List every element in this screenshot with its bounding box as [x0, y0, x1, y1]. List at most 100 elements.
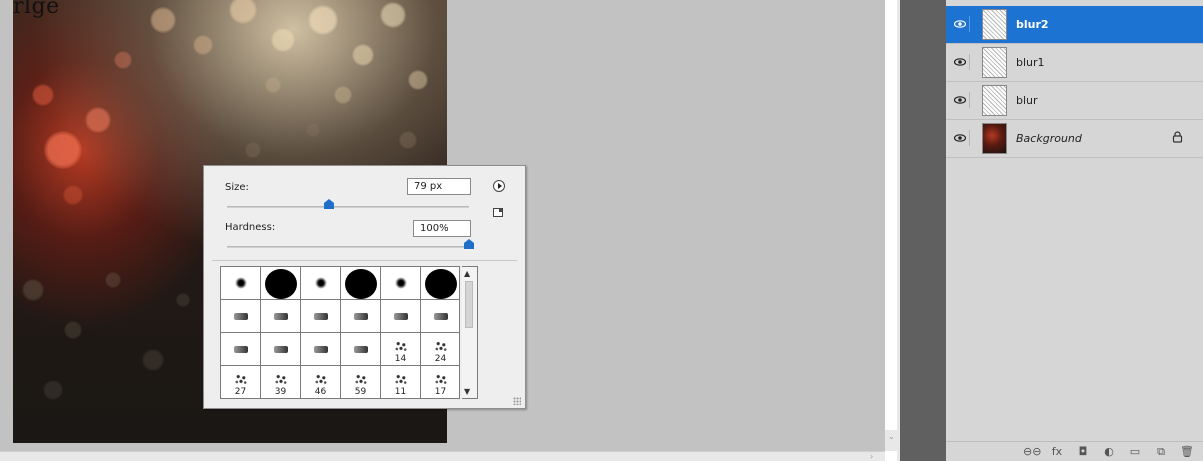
brush-preset-cell[interactable]: 11: [381, 366, 420, 398]
bokeh-spot: [105, 272, 121, 288]
bokeh-spot: [43, 380, 63, 400]
scroll-down-icon[interactable]: ▼: [464, 387, 470, 396]
layer-mask-icon[interactable]: ◘: [1075, 445, 1091, 458]
brush-preset-cell[interactable]: [221, 267, 260, 299]
brush-preset-cell[interactable]: [301, 267, 340, 299]
brush-preset-cell[interactable]: 14: [381, 333, 420, 365]
size-slider-thumb[interactable]: [323, 199, 334, 209]
brush-preset-cell[interactable]: [261, 300, 300, 332]
brush-preset-cell[interactable]: [221, 333, 260, 365]
brush-tip-icon: [233, 373, 248, 385]
brush-tip-icon: [233, 345, 248, 353]
bokeh-spot: [85, 107, 111, 133]
brush-tip-icon: [353, 312, 368, 320]
brush-preset-cell[interactable]: 27: [221, 366, 260, 398]
bokeh-spot: [265, 77, 281, 93]
brush-preset-picker: Size: Hardness: 14 24 27 39 46 59 11 17 ▲ ▼: [203, 165, 526, 409]
hardness-label: Hardness:: [225, 222, 276, 233]
visibility-eye-icon[interactable]: [950, 54, 970, 70]
brush-tip-icon: [393, 373, 408, 385]
bokeh-spot: [271, 28, 295, 52]
brush-tip-icon: [233, 312, 248, 320]
layer-row[interactable]: blur2: [946, 6, 1203, 44]
group-folder-icon[interactable]: ▭: [1127, 445, 1143, 458]
brush-size-label: 46: [314, 387, 327, 397]
brush-size-label: 39: [274, 387, 287, 397]
size-input[interactable]: [407, 178, 471, 195]
brush-tip-icon: [273, 373, 288, 385]
bokeh-spot: [229, 0, 257, 24]
bokeh-spot: [142, 349, 164, 371]
bokeh-spot: [245, 142, 261, 158]
brush-preset-cell[interactable]: [221, 300, 260, 332]
layer-row[interactable]: blur1: [946, 44, 1203, 82]
brush-preset-cell[interactable]: 39: [261, 366, 300, 398]
layer-name: Background: [1016, 132, 1082, 145]
brush-size-label: 27: [234, 387, 247, 397]
link-layers-icon[interactable]: ⊖⊖: [1023, 445, 1041, 458]
hardness-slider-track[interactable]: [227, 246, 469, 248]
size-slider-track[interactable]: [227, 206, 469, 208]
brush-preset-cell[interactable]: [261, 333, 300, 365]
brush-preset-cell[interactable]: [381, 267, 420, 299]
preset-scrollbar[interactable]: ▲ ▼: [462, 266, 478, 399]
hardness-input[interactable]: [413, 220, 471, 237]
brush-tip-icon: [313, 345, 328, 353]
bokeh-spot: [64, 321, 82, 339]
bokeh-spot: [32, 84, 54, 106]
picker-divider: [212, 260, 517, 261]
brush-tip-icon: [313, 373, 328, 385]
scroll-down-arrow-icon[interactable]: ⌄: [888, 432, 895, 441]
fx-icon[interactable]: fx: [1049, 445, 1065, 458]
brush-preset-cell[interactable]: [301, 333, 340, 365]
resize-grip-icon[interactable]: [513, 397, 521, 405]
brush-preset-cell[interactable]: [341, 267, 380, 299]
brush-preset-cell[interactable]: [341, 333, 380, 365]
brush-size-label: 24: [434, 354, 447, 364]
layer-row[interactable]: blur: [946, 82, 1203, 120]
brush-preset-cell[interactable]: 59: [341, 366, 380, 398]
visibility-eye-icon[interactable]: [950, 92, 970, 108]
layer-name: blur: [1016, 94, 1038, 107]
adjustment-layer-icon[interactable]: ◐: [1101, 445, 1117, 458]
horizontal-scrollbar[interactable]: ›: [0, 451, 885, 461]
brush-tip-icon: [313, 312, 328, 320]
brush-tip-icon: [394, 277, 407, 289]
brush-preset-grid: 14 24 27 39 46 59 11 17: [220, 266, 460, 399]
brush-tip-icon: [353, 373, 368, 385]
brush-preset-cell[interactable]: [421, 300, 459, 332]
brush-preset-cell[interactable]: [261, 267, 300, 299]
brush-size-label: 14: [394, 354, 407, 364]
visibility-eye-icon[interactable]: [950, 130, 970, 146]
scroll-thumb[interactable]: [465, 281, 473, 328]
brush-preset-cell[interactable]: 24: [421, 333, 459, 365]
picker-menu-button[interactable]: [493, 180, 505, 192]
brush-preset-cell[interactable]: [301, 300, 340, 332]
brush-tip-icon: [433, 312, 448, 320]
lock-icon: [1172, 131, 1183, 143]
brush-preset-cell[interactable]: [421, 267, 459, 299]
layer-thumbnail: [982, 123, 1007, 154]
vertical-scrollbar[interactable]: ⌄: [885, 430, 897, 451]
new-layer-icon[interactable]: ⧉: [1153, 445, 1169, 459]
new-preset-button[interactable]: [493, 208, 503, 217]
brush-tip-icon: [344, 269, 377, 299]
bokeh-spot: [308, 5, 338, 35]
panel-dock-strip: [900, 0, 946, 461]
brush-preset-cell[interactable]: [341, 300, 380, 332]
hardness-slider-thumb[interactable]: [464, 239, 474, 249]
scroll-right-icon[interactable]: ›: [870, 452, 873, 461]
canvas-overlap-text: rlge: [13, 0, 60, 19]
brush-tip-icon: [234, 277, 247, 289]
scroll-up-icon[interactable]: ▲: [464, 269, 470, 278]
layer-row[interactable]: Background: [946, 120, 1203, 158]
bokeh-spot: [176, 293, 190, 307]
trash-icon[interactable]: 🗑: [1179, 445, 1195, 458]
visibility-eye-icon[interactable]: [950, 16, 970, 32]
brush-preset-cell[interactable]: 46: [301, 366, 340, 398]
bokeh-spot: [408, 70, 428, 90]
brush-preset-cell[interactable]: 17: [421, 366, 459, 398]
bokeh-spot: [22, 279, 44, 301]
brush-tip-icon: [393, 340, 408, 352]
brush-preset-cell[interactable]: [381, 300, 420, 332]
